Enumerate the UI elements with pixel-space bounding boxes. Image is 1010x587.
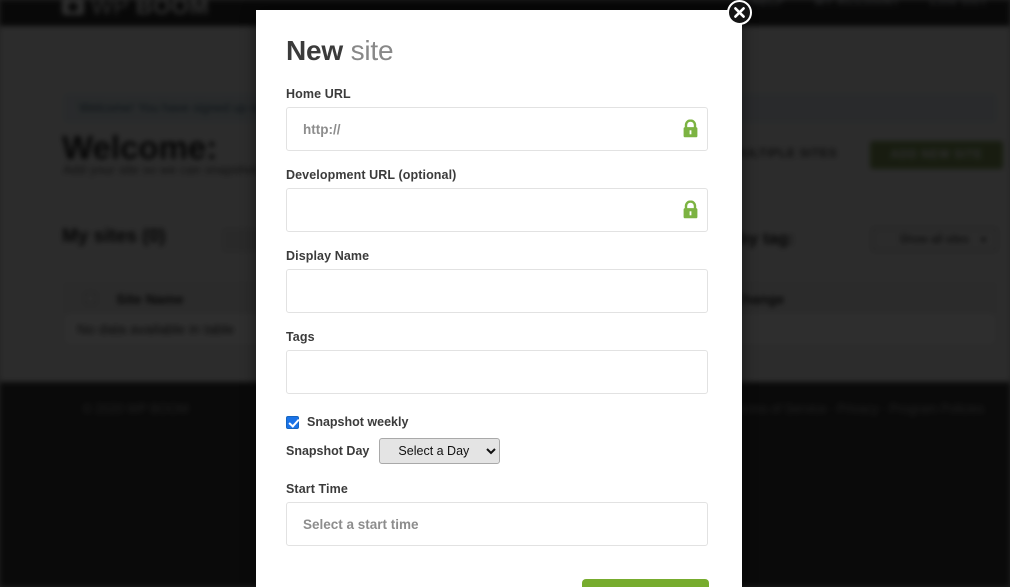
lock-icon [683, 119, 698, 138]
modal-title: New site [286, 36, 712, 65]
snapshot-day-row: Snapshot Day Select a DayMondayTuesdayWe… [286, 438, 712, 465]
snapshot-day-select[interactable]: Select a DayMondayTuesdayWednesdayThursd… [379, 438, 501, 465]
app-root: Welcome! You have signed up succ Welcome… [0, 0, 1010, 587]
field-tags: Tags [286, 330, 712, 395]
development-url-input[interactable] [286, 188, 708, 233]
display-name-input[interactable] [286, 269, 708, 314]
field-development-url: Development URL (optional) [286, 168, 712, 233]
modal-title-rest: site [342, 35, 394, 66]
close-modal-button[interactable] [727, 0, 752, 25]
field-display-name: Display Name [286, 249, 712, 314]
label-development-url: Development URL (optional) [286, 168, 457, 183]
start-time-input[interactable] [286, 502, 708, 547]
snapshot-weekly-row[interactable]: Snapshot weekly [286, 415, 712, 429]
snapshot-weekly-label: Snapshot weekly [307, 415, 409, 430]
label-tags: Tags [286, 330, 315, 345]
label-home-url: Home URL [286, 87, 351, 102]
field-home-url: Home URL [286, 87, 712, 152]
home-url-input[interactable] [286, 107, 708, 152]
modal-actions: CANCEL CREATE SITE [286, 579, 712, 587]
tags-input[interactable] [286, 350, 708, 395]
lock-icon [683, 200, 698, 219]
create-site-button[interactable]: CREATE SITE [581, 579, 709, 587]
snapshot-day-label: Snapshot Day [286, 444, 370, 459]
close-icon [734, 7, 745, 18]
modal-title-strong: New [286, 35, 343, 66]
field-start-time: Start Time [286, 482, 712, 547]
snapshot-weekly-checkbox[interactable] [286, 415, 299, 429]
label-start-time: Start Time [286, 482, 348, 497]
new-site-modal: New site Home URL Development URL (optio… [256, 10, 742, 587]
label-display-name: Display Name [286, 249, 370, 264]
